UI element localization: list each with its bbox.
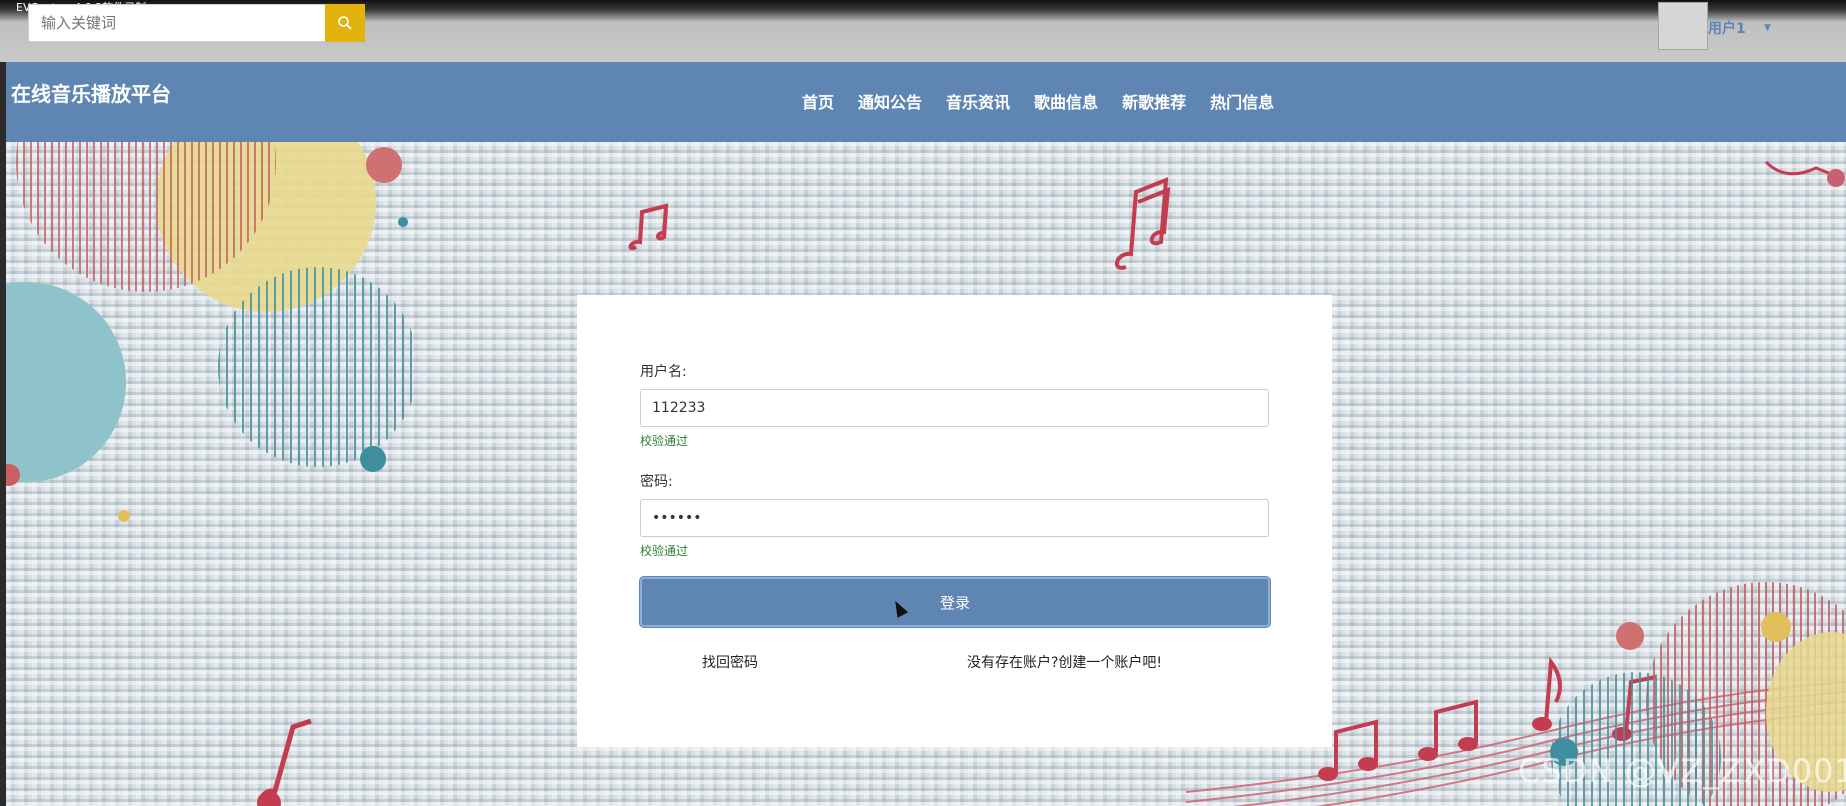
username-label: 用户名: <box>640 364 687 380</box>
search-icon <box>338 16 352 30</box>
username-validation-message: 校验通过 <box>640 434 689 448</box>
search-button[interactable] <box>325 4 365 42</box>
forgot-password-link[interactable]: 找回密码 <box>702 652 758 672</box>
site-title[interactable]: 在线音乐播放平台 <box>11 78 171 107</box>
login-form: 用户名: 校验通过 密码: 校验通过 登录 找回密码 没有存在账户?创建一个账户… <box>577 295 1332 747</box>
decor-dot <box>1761 612 1791 642</box>
music-note-icon <box>628 203 669 251</box>
password-field[interactable] <box>640 499 1269 537</box>
nav-item-hot[interactable]: 热门信息 <box>1210 89 1274 113</box>
music-note-icon <box>1115 176 1171 270</box>
nav-links: 首页 通知公告 音乐资讯 歌曲信息 新歌推荐 热门信息 <box>802 89 1274 113</box>
nav-item-notices[interactable]: 通知公告 <box>858 89 922 113</box>
decor-dot <box>398 217 408 227</box>
caret-down-icon[interactable]: ▼ <box>1764 23 1771 33</box>
username-field[interactable] <box>640 389 1269 427</box>
music-note-icon <box>257 718 312 806</box>
decor-teal-striped-circle <box>218 267 418 467</box>
login-button[interactable]: 登录 <box>640 577 1270 627</box>
music-note-icon <box>1764 160 1845 187</box>
navbar: 在线音乐播放平台 首页 通知公告 音乐资讯 歌曲信息 新歌推荐 热门信息 <box>6 62 1846 142</box>
watermark: CSDN @VZ_ZXD001 <box>1518 752 1846 790</box>
search-input[interactable] <box>28 4 326 42</box>
decor-teal-circle <box>6 282 126 482</box>
top-bar: EVCapture4.0.2软件录制 用户1 ▼ <box>0 0 1846 62</box>
user-name[interactable]: 用户1 <box>1708 18 1746 38</box>
password-validation-message: 校验通过 <box>640 544 689 558</box>
nav-item-new-songs[interactable]: 新歌推荐 <box>1122 89 1186 113</box>
nav-item-songs[interactable]: 歌曲信息 <box>1034 89 1098 113</box>
nav-item-home[interactable]: 首页 <box>802 89 834 113</box>
nav-item-music-news[interactable]: 音乐资讯 <box>946 89 1010 113</box>
decor-dot <box>360 446 386 472</box>
decor-dot <box>366 147 402 183</box>
password-label: 密码: <box>640 474 673 490</box>
avatar[interactable] <box>1658 2 1708 50</box>
decor-dot <box>118 510 130 522</box>
register-link[interactable]: 没有存在账户?创建一个账户吧! <box>967 652 1162 672</box>
decor-dot <box>1616 622 1644 650</box>
